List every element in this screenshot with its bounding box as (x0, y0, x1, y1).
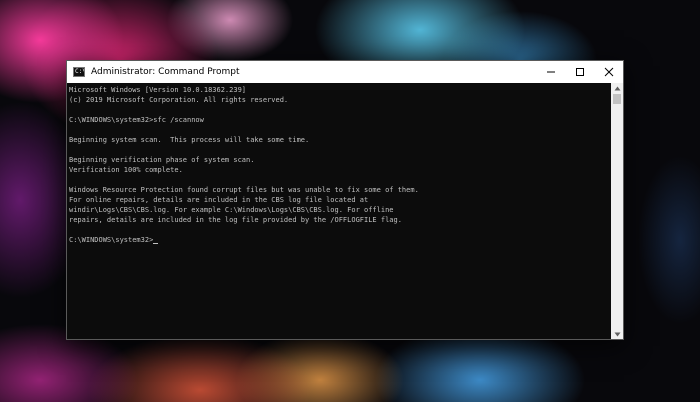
console-line: Verification 100% complete. (69, 166, 183, 174)
console-output-area[interactable]: Microsoft Windows [Version 10.0.18362.23… (67, 83, 610, 339)
console-line: Microsoft Windows [Version 10.0.18362.23… (69, 86, 247, 94)
window-controls (536, 61, 623, 83)
close-button[interactable] (594, 61, 623, 83)
console-line: Beginning verification phase of system s… (69, 156, 255, 164)
console-line: (c) 2019 Microsoft Corporation. All righ… (69, 96, 289, 104)
console-line: windir\Logs\CBS\CBS.log. For example C:\… (69, 206, 394, 214)
window-title: Administrator: Command Prompt (91, 67, 240, 77)
title-bar[interactable]: C:\ Administrator: Command Prompt (67, 61, 623, 83)
scroll-down-arrow-icon (614, 332, 620, 336)
text-cursor (153, 243, 159, 244)
console-text: Microsoft Windows [Version 10.0.18362.23… (67, 83, 610, 245)
scroll-up-button[interactable] (611, 83, 623, 93)
prompt-text: C:\WINDOWS\system32> (69, 236, 154, 244)
scroll-up-arrow-icon (614, 86, 620, 90)
desktop-background: C:\ Administrator: Command Prompt Micros… (0, 0, 700, 402)
console-line: Windows Resource Protection found corrup… (69, 186, 419, 194)
console-line: repairs, details are included in the log… (69, 216, 402, 224)
command-prompt-window[interactable]: C:\ Administrator: Command Prompt Micros… (66, 60, 624, 340)
maximize-button[interactable] (565, 61, 594, 83)
console-line: For online repairs, details are included… (69, 196, 369, 204)
minimize-button[interactable] (536, 61, 565, 83)
minimize-icon (546, 71, 555, 73)
vertical-scrollbar[interactable] (611, 83, 623, 339)
console-line: C:\WINDOWS\system32>sfc /scannow (69, 116, 204, 124)
close-icon (604, 67, 613, 77)
console-icon[interactable]: C:\ (73, 67, 85, 77)
prompt-line[interactable]: C:\WINDOWS\system32> (69, 235, 610, 245)
console-line: Beginning system scan. This process will… (69, 136, 310, 144)
scroll-down-button[interactable] (611, 329, 623, 339)
scrollbar-thumb[interactable] (613, 94, 621, 104)
maximize-icon (575, 68, 584, 76)
